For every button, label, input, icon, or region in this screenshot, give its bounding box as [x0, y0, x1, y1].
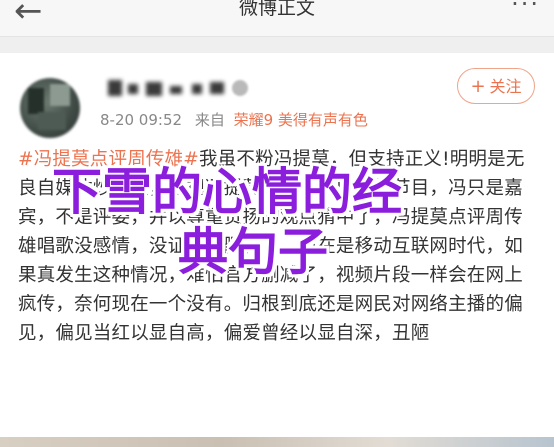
section-divider: [0, 37, 554, 53]
plus-icon: +: [470, 76, 486, 97]
more-icon[interactable]: ···: [511, 0, 540, 18]
page-title: 微博正文: [238, 0, 315, 19]
overlay-line-2: 典句子: [178, 223, 328, 281]
avatar[interactable]: [20, 78, 80, 138]
post-meta: 8-20 09:52 来自 荣耀9 美得有声有色: [100, 109, 368, 130]
watermark-overlay: 下雪的心情的经 典句子: [52, 162, 522, 282]
next-image-preview[interactable]: [0, 437, 554, 447]
verified-badge-icon: [232, 80, 248, 96]
follow-label: 关注: [489, 77, 522, 96]
overlay-line-1: 下雪的心情的经: [52, 163, 402, 221]
post-time: 8-20 09:52: [100, 111, 183, 129]
post-device[interactable]: 荣耀9 美得有声有色: [234, 111, 368, 129]
user-name-redacted[interactable]: [108, 76, 226, 100]
source-prefix: 来自: [194, 111, 225, 129]
follow-button[interactable]: + 关注: [457, 68, 535, 104]
top-bar: ← 微博正文 ···: [0, 0, 554, 37]
